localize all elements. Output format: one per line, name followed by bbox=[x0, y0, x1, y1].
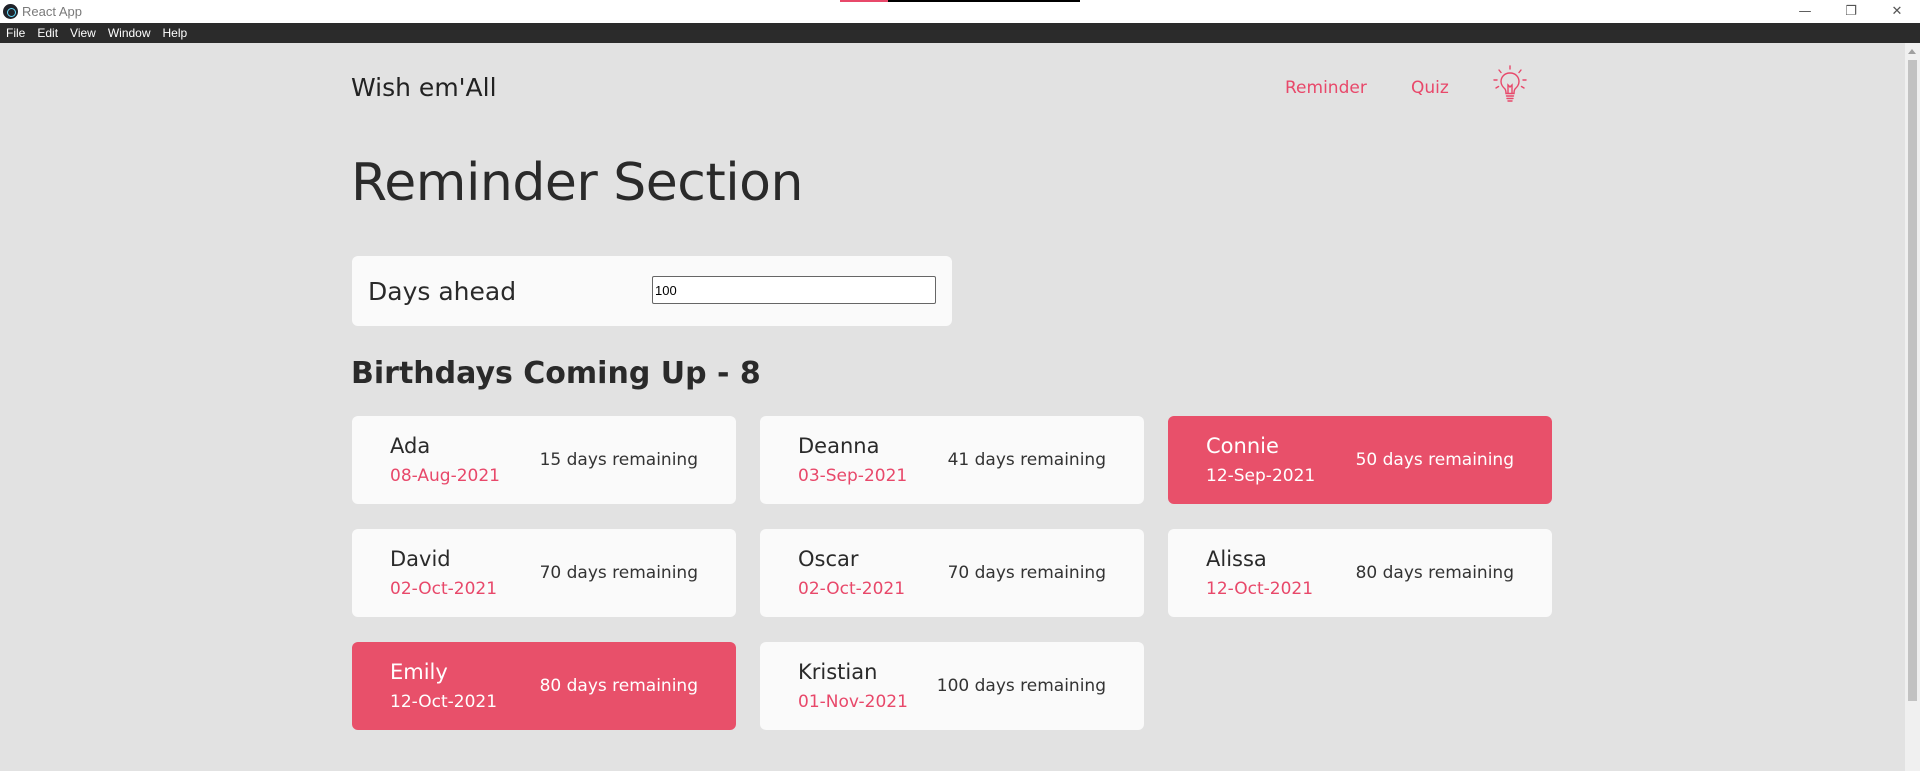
person-name: Emily bbox=[390, 660, 448, 684]
days-remaining: 70 days remaining bbox=[947, 563, 1106, 583]
birthday-date: 02-Oct-2021 bbox=[798, 579, 906, 599]
menu-window[interactable]: Window bbox=[108, 26, 151, 40]
brand-logo-text[interactable]: Wish em'All bbox=[351, 73, 497, 102]
person-name: Alissa bbox=[1206, 547, 1267, 571]
menu-file[interactable]: File bbox=[6, 26, 25, 40]
birthday-card-highlighted: Emily 12-Oct-2021 80 days remaining bbox=[352, 642, 736, 730]
birthday-card: Oscar 02-Oct-2021 70 days remaining bbox=[760, 529, 1144, 617]
minimize-icon[interactable]: — bbox=[1782, 0, 1828, 23]
birthday-card: Deanna 03-Sep-2021 41 days remaining bbox=[760, 416, 1144, 504]
window-title: React App bbox=[22, 4, 82, 19]
days-remaining: 41 days remaining bbox=[947, 450, 1106, 470]
person-name: Oscar bbox=[798, 547, 859, 571]
loading-progress-bar bbox=[840, 0, 1080, 2]
page-title: Reminder Section bbox=[351, 153, 803, 213]
person-name: Kristian bbox=[798, 660, 878, 684]
menu-help[interactable]: Help bbox=[163, 26, 188, 40]
restore-icon[interactable]: ❐ bbox=[1828, 0, 1874, 23]
birthday-card: Kristian 01-Nov-2021 100 days remaining bbox=[760, 642, 1144, 730]
menu-edit[interactable]: Edit bbox=[37, 26, 58, 40]
menu-bar: File Edit View Window Help bbox=[0, 23, 1920, 43]
days-remaining: 100 days remaining bbox=[936, 676, 1106, 696]
birthday-date: 01-Nov-2021 bbox=[798, 692, 908, 712]
person-name: Ada bbox=[390, 434, 431, 458]
vertical-scrollbar[interactable] bbox=[1905, 43, 1920, 771]
birthday-date: 02-Oct-2021 bbox=[390, 579, 498, 599]
window-title-bar: React App — ❐ ✕ bbox=[0, 0, 1920, 23]
days-remaining: 15 days remaining bbox=[539, 450, 698, 470]
days-remaining: 80 days remaining bbox=[1355, 563, 1514, 583]
react-logo-icon bbox=[3, 4, 18, 19]
birthday-date: 03-Sep-2021 bbox=[798, 466, 908, 486]
nav-link-reminder[interactable]: Reminder bbox=[1285, 78, 1367, 98]
window-controls: — ❐ ✕ bbox=[1782, 0, 1920, 23]
person-name: David bbox=[390, 547, 451, 571]
birthday-date: 12-Sep-2021 bbox=[1206, 466, 1316, 486]
days-remaining: 50 days remaining bbox=[1355, 450, 1514, 470]
close-icon[interactable]: ✕ bbox=[1874, 0, 1920, 23]
person-name: Connie bbox=[1206, 434, 1279, 458]
birthday-card-highlighted: Connie 12-Sep-2021 50 days remaining bbox=[1168, 416, 1552, 504]
birthday-card: Alissa 12-Oct-2021 80 days remaining bbox=[1168, 529, 1552, 617]
menu-view[interactable]: View bbox=[70, 26, 96, 40]
birthday-card: Ada 08-Aug-2021 15 days remaining bbox=[352, 416, 736, 504]
birthday-date: 12-Oct-2021 bbox=[390, 692, 498, 712]
lightbulb-icon[interactable] bbox=[1493, 65, 1527, 103]
birthday-card: David 02-Oct-2021 70 days remaining bbox=[352, 529, 736, 617]
birthday-date: 12-Oct-2021 bbox=[1206, 579, 1314, 599]
days-ahead-input[interactable] bbox=[652, 276, 936, 304]
days-ahead-label: Days ahead bbox=[368, 277, 517, 306]
person-name: Deanna bbox=[798, 434, 880, 458]
days-ahead-panel: Days ahead bbox=[352, 256, 952, 326]
scrollbar-thumb[interactable] bbox=[1908, 60, 1917, 701]
scroll-up-arrow-icon[interactable] bbox=[1908, 49, 1916, 54]
days-remaining: 80 days remaining bbox=[539, 676, 698, 696]
birthday-date: 08-Aug-2021 bbox=[390, 466, 500, 486]
birthdays-heading: Birthdays Coming Up - 8 bbox=[351, 356, 761, 391]
loading-progress-fill bbox=[840, 0, 888, 2]
nav-link-quiz[interactable]: Quiz bbox=[1411, 78, 1449, 98]
days-remaining: 70 days remaining bbox=[539, 563, 698, 583]
app-content: Wish em'All Reminder Quiz Reminder Secti… bbox=[0, 43, 1905, 771]
